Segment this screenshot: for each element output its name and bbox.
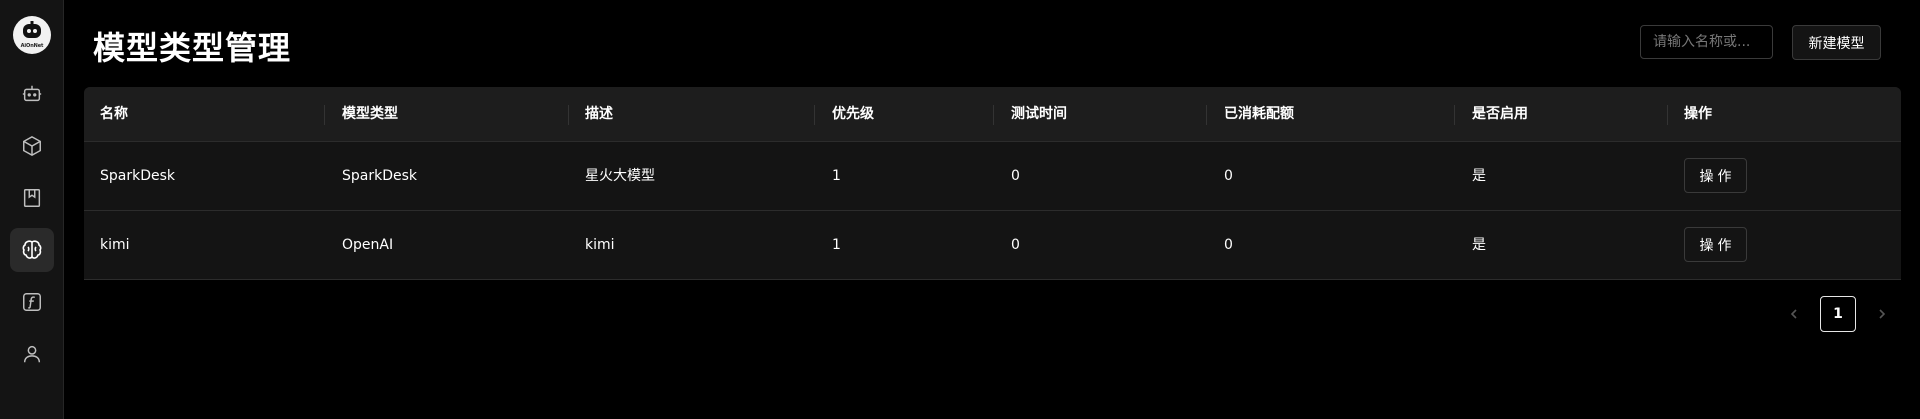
- column-header-actions: 操作: [1684, 106, 1712, 122]
- cell-quota-used: 0: [1224, 168, 1233, 184]
- cell-enabled: 是: [1472, 168, 1486, 184]
- model-type-table: 名称 模型类型 描述 优先级 测试时间 已消耗配额 是否启用 操作 SparkD…: [84, 87, 1901, 280]
- table-header: 名称 模型类型 描述 优先级 测试时间 已消耗配额 是否启用 操作: [84, 87, 1901, 142]
- sidebar-item-user[interactable]: [10, 332, 54, 376]
- column-divider: [1667, 105, 1668, 125]
- table-row: SparkDesk SparkDesk 星火大模型 1 0 0 是 操作: [84, 142, 1901, 211]
- new-model-button[interactable]: 新建模型: [1792, 25, 1881, 60]
- column-header-description: 描述: [585, 106, 613, 122]
- robot-icon: [22, 85, 42, 102]
- column-header-quota-used: 已消耗配额: [1224, 106, 1294, 122]
- cell-quota-used: 0: [1224, 237, 1233, 253]
- column-divider: [1206, 105, 1207, 125]
- pagination-prev[interactable]: [1778, 298, 1810, 330]
- cell-enabled: 是: [1472, 237, 1486, 253]
- sidebar: AiOnNet: [0, 0, 64, 419]
- column-divider: [1454, 105, 1455, 125]
- action-button[interactable]: 操作: [1684, 227, 1747, 262]
- cell-priority: 1: [832, 237, 841, 253]
- pagination-next[interactable]: [1866, 298, 1898, 330]
- app-logo[interactable]: AiOnNet: [13, 16, 51, 54]
- sidebar-item-agents[interactable]: [10, 72, 54, 116]
- logo-text: AiOnNet: [20, 43, 44, 49]
- sidebar-item-models[interactable]: [10, 124, 54, 168]
- cell-type: SparkDesk: [342, 168, 418, 184]
- robot-logo-icon: [23, 21, 41, 38]
- user-icon: [23, 345, 41, 363]
- sidebar-item-functions[interactable]: [10, 280, 54, 324]
- cell-name: SparkDesk: [100, 168, 176, 184]
- column-divider: [324, 105, 325, 125]
- column-divider: [993, 105, 994, 125]
- page-title: 模型类型管理: [93, 29, 292, 67]
- column-header-name: 名称: [100, 106, 128, 122]
- column-header-type: 模型类型: [342, 106, 398, 122]
- brain-icon: [22, 240, 42, 259]
- function-icon: [23, 293, 41, 311]
- action-button[interactable]: 操作: [1684, 158, 1747, 193]
- cell-type: OpenAI: [342, 237, 394, 253]
- cell-priority: 1: [832, 168, 841, 184]
- sidebar-item-knowledge[interactable]: [10, 176, 54, 220]
- cell-test-time: 0: [1011, 237, 1020, 253]
- chevron-right-icon: [1879, 309, 1886, 319]
- column-header-enabled: 是否启用: [1472, 106, 1528, 122]
- sidebar-item-model-types[interactable]: [10, 228, 54, 272]
- cell-description: 星火大模型: [585, 168, 655, 184]
- search-input[interactable]: [1640, 25, 1773, 59]
- chevron-left-icon: [1790, 309, 1797, 319]
- column-header-test-time: 测试时间: [1011, 106, 1067, 122]
- table-row: kimi OpenAI kimi 1 0 0 是 操作: [84, 211, 1901, 280]
- cell-test-time: 0: [1011, 168, 1020, 184]
- cell-name: kimi: [100, 237, 130, 253]
- bookmark-icon: [23, 189, 41, 207]
- cell-description: kimi: [585, 237, 615, 253]
- cube-icon: [23, 135, 41, 157]
- column-divider: [814, 105, 815, 125]
- column-divider: [568, 105, 569, 125]
- app-root: AiOnNet 模型类型管理 请输入名称或... 新建模型 名称 模型类型 描述…: [0, 0, 1920, 419]
- column-header-priority: 优先级: [832, 106, 874, 122]
- pagination-page-current[interactable]: 1: [1820, 296, 1856, 332]
